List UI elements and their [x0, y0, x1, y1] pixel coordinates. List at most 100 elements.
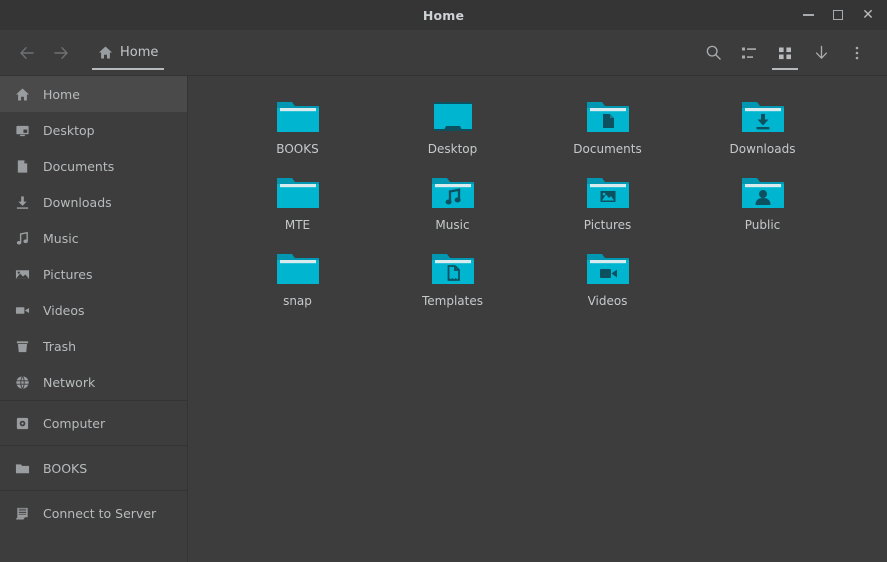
- desktop-icon: [14, 122, 31, 139]
- maximize-button[interactable]: [823, 0, 853, 30]
- file-label: Documents: [573, 142, 641, 156]
- globe-icon: [14, 374, 31, 391]
- sidebar-item-music[interactable]: Music: [0, 220, 187, 256]
- sidebar-item-computer[interactable]: Computer: [0, 400, 187, 445]
- file-item[interactable]: snap: [220, 246, 375, 308]
- sidebar-item-books[interactable]: BOOKS: [0, 445, 187, 490]
- file-item[interactable]: BOOKS: [220, 94, 375, 156]
- sort-button[interactable]: [803, 30, 839, 76]
- kebab-menu-icon: [849, 45, 865, 61]
- file-label: snap: [283, 294, 312, 308]
- arrow-right-icon: [52, 44, 70, 62]
- breadcrumb-active-indicator: [92, 68, 164, 70]
- maximize-icon: [833, 10, 843, 20]
- sidebar-item-desktop[interactable]: Desktop: [0, 112, 187, 148]
- picture-icon: [14, 266, 31, 283]
- folder-desktop-icon: [430, 96, 476, 136]
- sidebar-item-downloads[interactable]: Downloads: [0, 184, 187, 220]
- sidebar-item-label: Videos: [43, 303, 85, 318]
- sidebar-item-pictures[interactable]: Pictures: [0, 256, 187, 292]
- folder-videos-icon: [585, 248, 631, 288]
- file-item[interactable]: Templates: [375, 246, 530, 308]
- sidebar-item-label: Home: [43, 87, 80, 102]
- arrow-down-icon: [813, 44, 830, 61]
- file-item[interactable]: Pictures: [530, 170, 685, 232]
- video-camera-icon: [14, 302, 31, 319]
- sidebar-item-documents[interactable]: Documents: [0, 148, 187, 184]
- folder-templates-icon: [430, 248, 476, 288]
- file-item[interactable]: Videos: [530, 246, 685, 308]
- computer-icon: [14, 415, 31, 432]
- window-body: Home Desktop Documents: [0, 76, 887, 562]
- close-button[interactable]: ✕: [853, 0, 883, 30]
- list-view-icon: [741, 45, 757, 61]
- search-button[interactable]: [695, 30, 731, 76]
- sidebar-item-label: Desktop: [43, 123, 95, 138]
- folder-pictures-icon: [585, 172, 631, 212]
- file-label: MTE: [285, 218, 310, 232]
- sidebar-item-home[interactable]: Home: [0, 76, 187, 112]
- server-icon: [14, 505, 31, 522]
- back-button[interactable]: [10, 36, 44, 70]
- file-label: Downloads: [730, 142, 796, 156]
- file-label: Public: [745, 218, 781, 232]
- title-bar: Home ✕: [0, 0, 887, 30]
- sidebar: Home Desktop Documents: [0, 76, 188, 562]
- folder-documents-icon: [585, 96, 631, 136]
- folder-music-icon: [430, 172, 476, 212]
- breadcrumb-home[interactable]: Home: [92, 30, 164, 76]
- sidebar-item-label: Trash: [43, 339, 76, 354]
- file-item[interactable]: MTE: [220, 170, 375, 232]
- minimize-icon: [803, 14, 814, 16]
- sidebar-item-videos[interactable]: Videos: [0, 292, 187, 328]
- toolbar: Home: [0, 30, 887, 76]
- file-label: Desktop: [428, 142, 478, 156]
- window-title: Home: [423, 8, 464, 23]
- folder-plain-icon: [275, 172, 321, 212]
- grid-view-icon: [777, 45, 793, 61]
- folder-plain-icon: [275, 248, 321, 288]
- folder-plain-icon: [275, 96, 321, 136]
- search-icon: [705, 44, 722, 61]
- folder-downloads-icon: [740, 96, 786, 136]
- file-grid-area: BOOKS Desktop: [188, 76, 887, 562]
- file-item[interactable]: Documents: [530, 94, 685, 156]
- file-label: Music: [435, 218, 469, 232]
- sidebar-item-label: Network: [43, 375, 95, 390]
- sidebar-item-label: Music: [43, 231, 79, 246]
- download-icon: [14, 194, 31, 211]
- file-item[interactable]: Music: [375, 170, 530, 232]
- file-label: Pictures: [584, 218, 632, 232]
- sidebar-item-label: Pictures: [43, 267, 93, 282]
- file-grid: BOOKS Desktop: [220, 94, 877, 308]
- sidebar-item-label: Computer: [43, 416, 105, 431]
- sidebar-item-network[interactable]: Network: [0, 364, 187, 400]
- file-label: Videos: [588, 294, 628, 308]
- music-note-icon: [14, 230, 31, 247]
- sidebar-item-connect-to-server[interactable]: Connect to Server: [0, 490, 187, 535]
- forward-button[interactable]: [44, 36, 78, 70]
- folder-icon: [14, 460, 31, 477]
- close-icon: ✕: [862, 8, 874, 22]
- file-item[interactable]: Public: [685, 170, 840, 232]
- folder-public-icon: [740, 172, 786, 212]
- document-icon: [14, 158, 31, 175]
- sidebar-item-label: Downloads: [43, 195, 112, 210]
- menu-button[interactable]: [839, 30, 875, 76]
- sidebar-item-trash[interactable]: Trash: [0, 328, 187, 364]
- file-label: BOOKS: [276, 142, 318, 156]
- file-item[interactable]: Downloads: [685, 94, 840, 156]
- trash-icon: [14, 338, 31, 355]
- arrow-left-icon: [18, 44, 36, 62]
- grid-view-active-indicator: [772, 68, 798, 70]
- file-label: Templates: [422, 294, 483, 308]
- sidebar-item-label: Documents: [43, 159, 114, 174]
- grid-view-button[interactable]: [767, 30, 803, 76]
- minimize-button[interactable]: [793, 0, 823, 30]
- home-icon: [14, 86, 31, 103]
- list-view-button[interactable]: [731, 30, 767, 76]
- window-controls: ✕: [793, 0, 883, 30]
- file-item[interactable]: Desktop: [375, 94, 530, 156]
- breadcrumb-label: Home: [120, 45, 158, 60]
- sidebar-item-label: Connect to Server: [43, 506, 156, 521]
